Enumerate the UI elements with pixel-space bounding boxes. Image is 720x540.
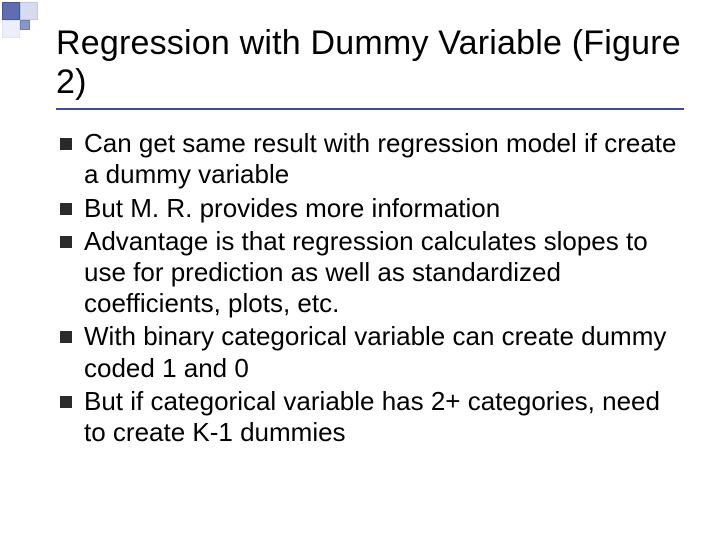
bullet-text: But if categorical variable has 2+ categ… — [84, 386, 684, 448]
list-item: But M. R. provides more information — [60, 193, 684, 224]
title-underline — [56, 108, 684, 110]
square-bullet-icon — [60, 331, 72, 343]
square-bullet-icon — [60, 138, 72, 150]
corner-decoration-icon — [0, 0, 44, 44]
square-bullet-icon — [60, 236, 72, 248]
slide: Regression with Dummy Variable (Figure 2… — [0, 0, 720, 540]
square-bullet-icon — [60, 203, 72, 215]
slide-title: Regression with Dummy Variable (Figure 2… — [56, 24, 684, 102]
list-item: With binary categorical variable can cre… — [60, 321, 684, 383]
square-bullet-icon — [60, 396, 72, 408]
bullet-text: Can get same result with regression mode… — [84, 128, 684, 190]
bullet-text: Advantage is that regression calculates … — [84, 226, 684, 320]
list-item: But if categorical variable has 2+ categ… — [60, 386, 684, 448]
bullet-text: But M. R. provides more information — [84, 193, 500, 224]
bullet-text: With binary categorical variable can cre… — [84, 321, 684, 383]
bullet-list: Can get same result with regression mode… — [56, 128, 684, 448]
list-item: Advantage is that regression calculates … — [60, 226, 684, 320]
list-item: Can get same result with regression mode… — [60, 128, 684, 190]
